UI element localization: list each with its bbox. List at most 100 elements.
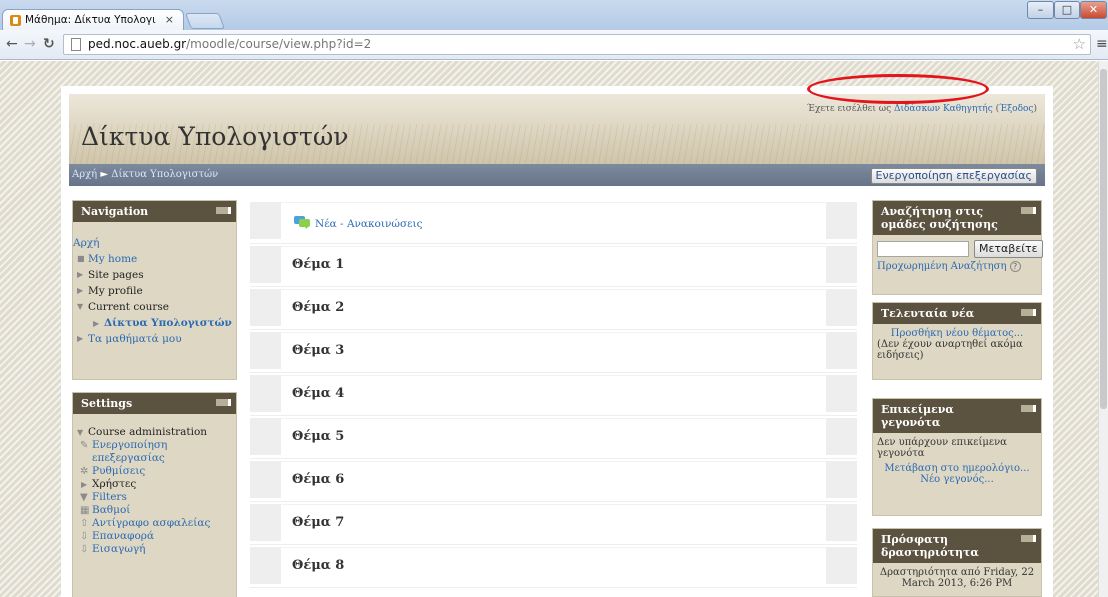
login-prefix: Έχετε εισέλθει ως — [806, 104, 894, 114]
nav-my-profile[interactable]: ▶ My profile — [73, 283, 236, 299]
section-body: Θέμα 4 — [281, 375, 826, 412]
navigation-block-title: Navigation — [73, 201, 236, 222]
latest-news-title-text: Τελευταία νέα — [881, 307, 975, 320]
block-collapse-icon[interactable] — [1021, 207, 1036, 214]
add-topic-link[interactable]: Προσθήκη νέου θέματος... — [877, 328, 1037, 339]
goto-calendar-link[interactable]: Μετάβαση στο ημερολόγιο... — [877, 463, 1037, 474]
browser-tab[interactable]: Μάθημα: Δίκτυα Υπολογι × — [2, 9, 184, 31]
minimize-icon[interactable]: – — [1027, 1, 1054, 19]
section-right-gutter — [826, 504, 857, 541]
back-arrow-icon[interactable]: ← — [6, 36, 18, 52]
course-section: Θέμα 4 — [250, 373, 857, 416]
section-body: Θέμα 8 — [281, 547, 826, 584]
block-collapse-icon[interactable] — [216, 207, 231, 214]
breadcrumb-home[interactable]: Αρχή — [72, 169, 97, 180]
turn-editing-on-button[interactable]: Ενεργοποίηση επεξεργασίας — [870, 168, 1037, 184]
section-left-gutter — [250, 547, 281, 584]
nav-my-profile-label: My profile — [88, 285, 143, 297]
close-window-icon[interactable]: ✕ — [1080, 1, 1107, 19]
settings-users-label: Χρήστες — [92, 478, 137, 490]
course-content: Νέα - Ανακοινώσεις Θέμα 1 Θέμα 2 Θέμα 3 Θέμ… — [250, 200, 857, 588]
gear-icon: ✲ — [80, 466, 89, 477]
settings-grades-link[interactable]: ▦ Βαθμοί — [73, 504, 236, 517]
url-host: ped.noc.aueb.gr — [88, 37, 187, 51]
forum-chat-icon — [294, 216, 310, 229]
settings-settings-label: Ρυθμίσεις — [92, 465, 146, 477]
reload-icon[interactable]: ↻ — [43, 36, 55, 52]
restore-icon: ⇩ — [80, 531, 89, 542]
recent-activity-block: Πρόσφατη δραστηριότητα Δραστηριότητα από… — [872, 528, 1042, 597]
breadcrumb-course[interactable]: Δίκτυα Υπολογιστών — [111, 169, 218, 180]
maximize-icon[interactable]: □ — [1054, 1, 1080, 19]
section-left-gutter — [250, 289, 281, 326]
navigation-block: Navigation Αρχή ■ My home ▶ Site pages ▶ My… — [72, 200, 237, 380]
block-collapse-icon[interactable] — [1021, 405, 1036, 412]
scrollbar-thumb[interactable] — [1100, 69, 1107, 409]
browser-titlebar: Μάθημα: Δίκτυα Υπολογι × – □ ✕ — [0, 0, 1108, 31]
advanced-search-link[interactable]: Προχωρημένη Αναζήτηση — [877, 261, 1006, 272]
nav-home[interactable]: Αρχή — [73, 235, 236, 251]
settings-backup-link[interactable]: ⇧ Αντίγραφο ασφαλείας — [73, 517, 236, 530]
settings-import-link[interactable]: ⇩ Εισαγωγή — [73, 543, 236, 556]
settings-edit-link[interactable]: ✎ Ενεργοποίηση — [73, 439, 236, 452]
nav-my-home[interactable]: ■ My home — [73, 251, 236, 267]
course-section: Θέμα 1 — [250, 244, 857, 287]
new-event-link[interactable]: Νέο γεγονός... — [877, 474, 1037, 485]
settings-restore-link[interactable]: ⇩ Επαναφορά — [73, 530, 236, 543]
logout-link[interactable]: Έξοδος — [999, 104, 1033, 114]
settings-settings-link[interactable]: ✲ Ρυθμίσεις — [73, 465, 236, 478]
settings-filters-label: Filters — [92, 491, 127, 503]
news-forum-link[interactable]: Νέα - Ανακοινώσεις — [293, 216, 423, 230]
section-right-gutter — [826, 202, 857, 239]
nav-course-label: Δίκτυα Υπολογιστών — [104, 317, 232, 329]
forward-arrow-icon[interactable]: → — [24, 36, 36, 52]
bullet-icon: ■ — [77, 254, 85, 263]
section-body: Θέμα 6 — [281, 461, 826, 498]
user-profile-link[interactable]: Διδάσκων Καθηγητής — [894, 104, 993, 114]
section-right-gutter — [826, 289, 857, 326]
expand-arrow-icon: ▶ — [93, 318, 100, 328]
recent-activity-since: Δραστηριότητα από Friday, 22 March 2013,… — [879, 567, 1035, 589]
forum-search-input[interactable] — [877, 241, 969, 257]
new-tab-button[interactable] — [185, 13, 225, 29]
latest-news-block: Τελευταία νέα Προσθήκη νέου θέματος... (… — [872, 302, 1042, 380]
settings-edit-label-1: Ενεργοποίηση — [92, 439, 168, 451]
search-forums-title: Αναζήτηση στις ομάδες συζήτησης — [873, 201, 1041, 235]
latest-news-empty: (Δεν έχουν αναρτηθεί ακόμα ειδήσεις) — [877, 339, 1023, 361]
settings-users[interactable]: ▶ Χρήστες — [73, 478, 236, 491]
tab-title: Μάθημα: Δίκτυα Υπολογι — [25, 14, 156, 26]
section-right-gutter — [826, 375, 857, 412]
section-left-gutter — [250, 504, 281, 541]
section-title: Θέμα 1 — [292, 257, 345, 272]
settings-block-title: Settings — [73, 393, 236, 414]
nav-current-course[interactable]: ▼ Current course — [73, 299, 236, 315]
settings-edit-link-line2[interactable]: επεξεργασίας — [73, 452, 236, 465]
backup-icon: ⇧ — [80, 518, 89, 529]
vertical-scrollbar[interactable] — [1098, 61, 1108, 597]
login-info: Έχετε εισέλθει ως Διδάσκων Καθηγητής (Έξ… — [806, 104, 1037, 114]
section-title: Θέμα 2 — [292, 300, 345, 315]
section-body: Θέμα 2 — [281, 289, 826, 326]
search-forums-block: Αναζήτηση στις ομάδες συζήτησης Μεταβείτ… — [872, 200, 1043, 295]
tab-close-icon[interactable]: × — [165, 13, 174, 26]
upcoming-events-title-text: Επικείμενα γεγονότα — [881, 403, 954, 429]
section-title: Θέμα 8 — [292, 558, 345, 573]
bookmark-star-icon[interactable]: ☆ — [1073, 35, 1086, 53]
nav-my-courses[interactable]: ▶ Τα μαθήματά μου — [73, 331, 236, 347]
browser-menu-icon[interactable]: ≡ — [1096, 36, 1108, 52]
breadcrumb: Αρχή ► Δίκτυα Υπολογιστών — [72, 169, 218, 180]
block-collapse-icon[interactable] — [1021, 535, 1036, 542]
help-icon[interactable]: ? — [1009, 261, 1021, 272]
block-collapse-icon[interactable] — [1021, 309, 1036, 316]
block-collapse-icon[interactable] — [216, 399, 231, 406]
course-administration[interactable]: ▼ Course administration — [73, 426, 236, 439]
nav-course[interactable]: ▶ Δίκτυα Υπολογιστών — [73, 315, 236, 331]
section-right-gutter — [826, 461, 857, 498]
section-right-gutter — [826, 246, 857, 283]
address-bar[interactable]: ped.noc.aueb.gr/moodle/course/view.php?i… — [63, 34, 1091, 55]
nav-site-pages[interactable]: ▶ Site pages — [73, 267, 236, 283]
settings-filters-link[interactable]: ▼ Filters — [73, 491, 236, 504]
settings-edit-label-2: επεξεργασίας — [92, 452, 165, 464]
course-section: Θέμα 6 — [250, 459, 857, 502]
forum-search-button[interactable]: Μεταβείτε — [974, 240, 1043, 258]
